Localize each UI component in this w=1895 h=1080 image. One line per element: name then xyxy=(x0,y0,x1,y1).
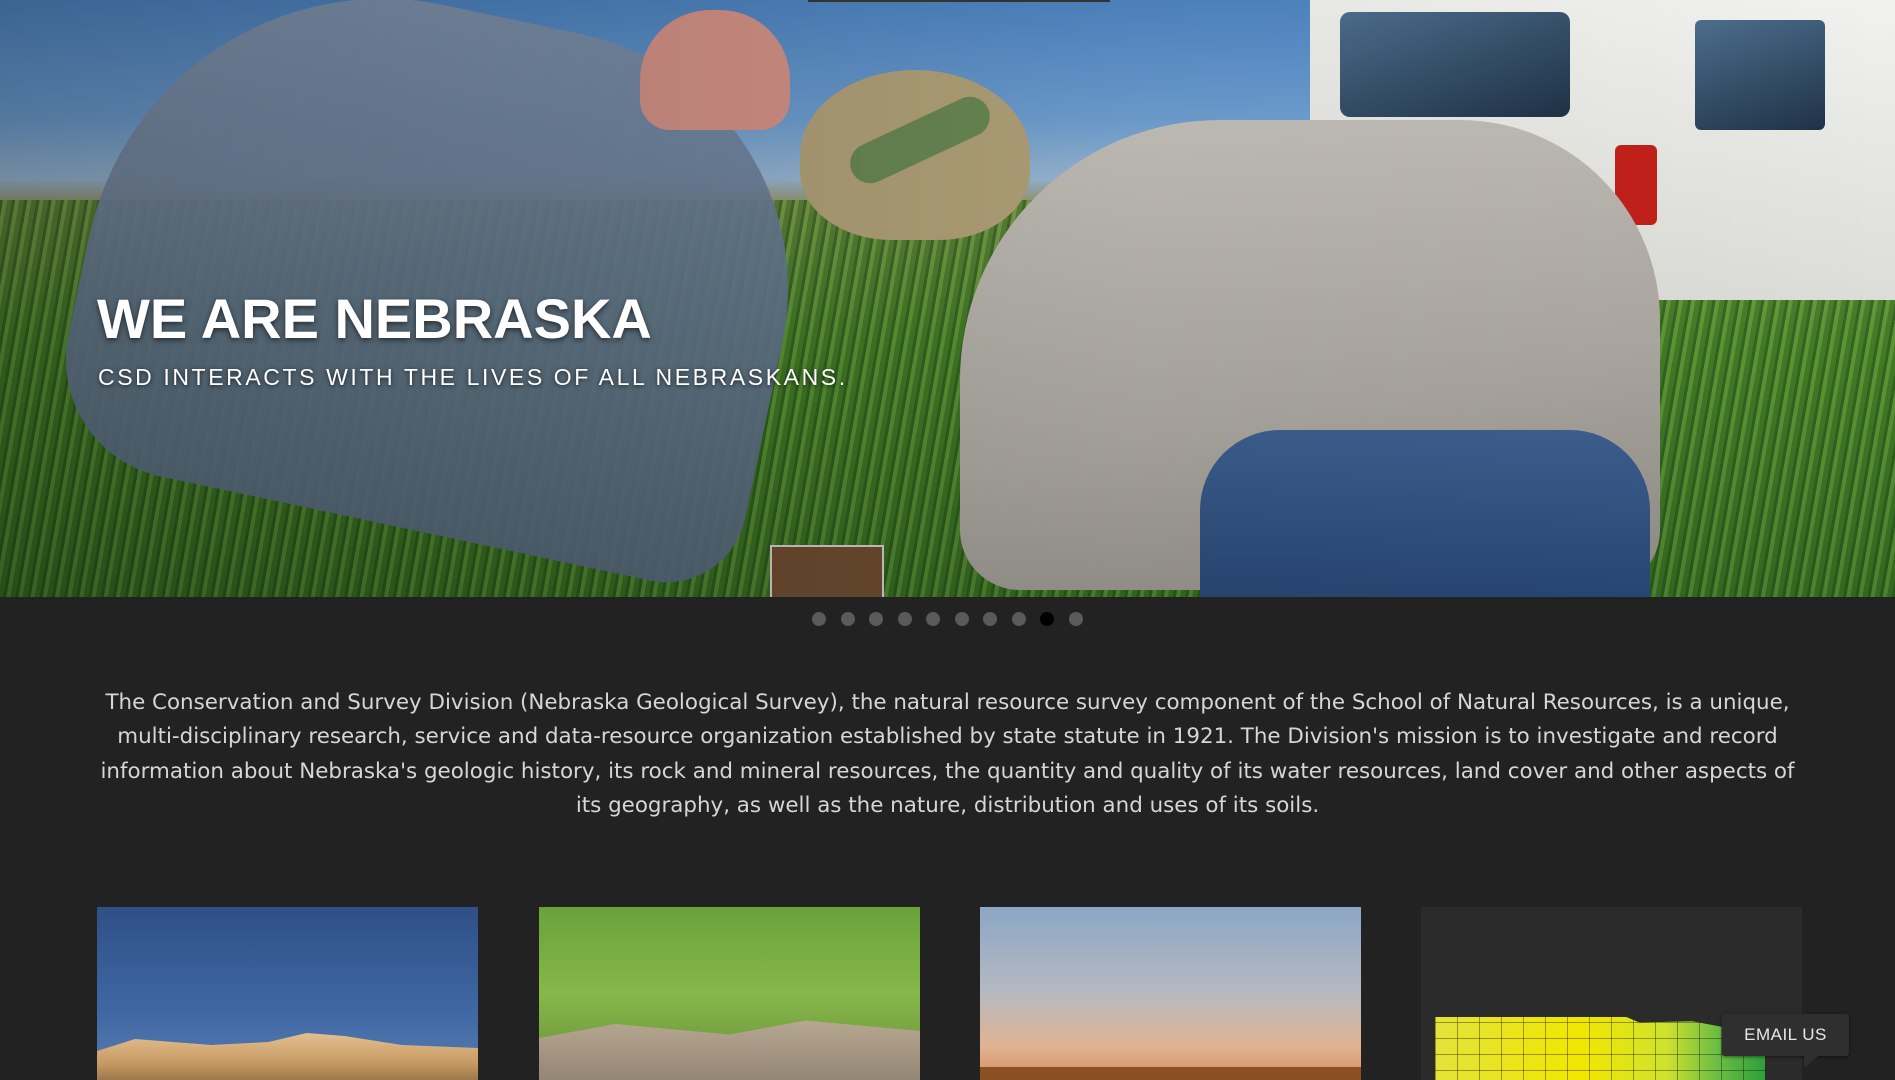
carousel-dots xyxy=(812,612,1083,628)
card-nebraska-map-image xyxy=(1435,1017,1765,1080)
carousel-dot[interactable] xyxy=(983,612,997,626)
carousel-dot[interactable] xyxy=(1068,612,1083,626)
email-us-button[interactable]: EMAIL US xyxy=(1722,1014,1849,1068)
carousel-dot[interactable] xyxy=(1011,612,1026,626)
feature-card-geology[interactable] xyxy=(97,907,478,1080)
hero-title: WE ARE NEBRASKA xyxy=(97,287,652,350)
hero-top-bar xyxy=(808,0,1110,2)
card-horizon-image xyxy=(980,1067,1361,1080)
carousel-dot[interactable] xyxy=(840,612,855,626)
carousel-dot[interactable] xyxy=(926,612,940,626)
page: WE ARE NEBRASKA CSD INTERACTS WITH THE L… xyxy=(0,0,1895,1080)
feature-card-landscape[interactable] xyxy=(980,907,1361,1080)
hero-slide[interactable]: WE ARE NEBRASKA CSD INTERACTS WITH THE L… xyxy=(0,0,1895,597)
carousel-dot[interactable] xyxy=(869,612,883,626)
intro-paragraph: The Conservation and Survey Division (Ne… xyxy=(100,690,1795,818)
carousel-dot[interactable] xyxy=(897,612,912,626)
carousel-dot[interactable] xyxy=(812,612,826,626)
carousel-dot[interactable] xyxy=(1040,612,1054,626)
carousel-dot[interactable] xyxy=(954,612,969,626)
card-bluff-image xyxy=(97,1033,478,1080)
feature-card-rock-outcrop[interactable] xyxy=(539,907,920,1080)
hero-subtitle: CSD INTERACTS WITH THE LIVES OF ALL NEBR… xyxy=(98,364,848,390)
card-rock-image xyxy=(539,1020,920,1080)
